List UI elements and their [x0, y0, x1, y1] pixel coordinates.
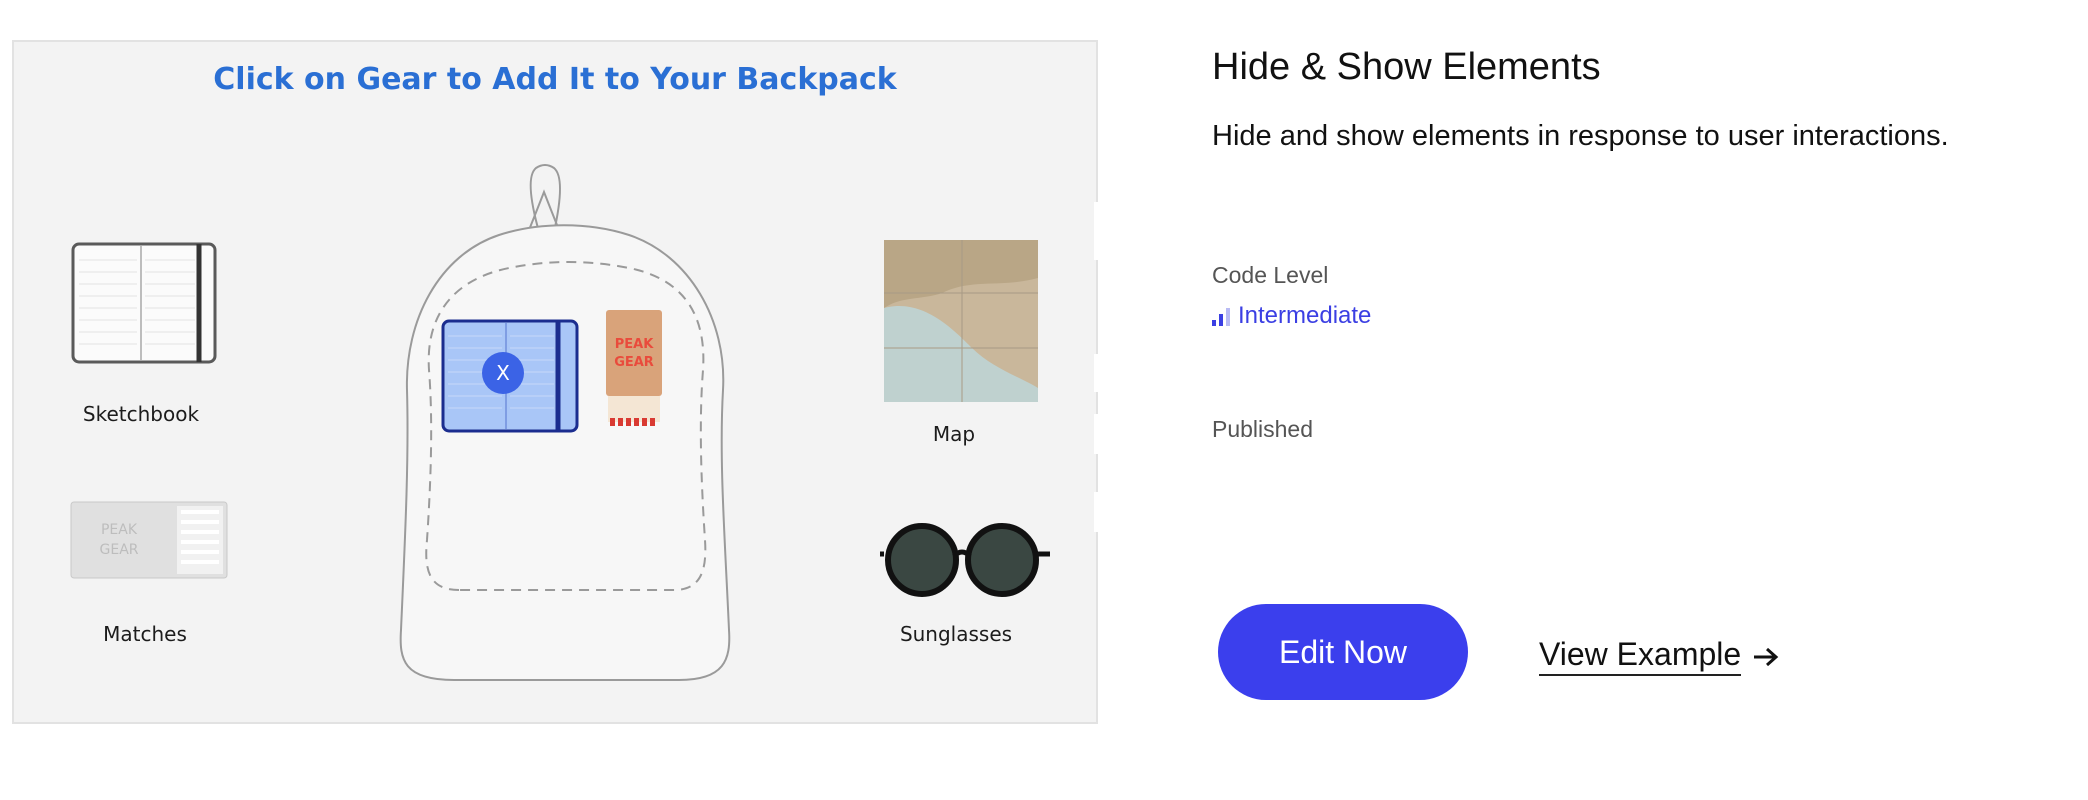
sketchbook-label: Sketchbook: [82, 402, 200, 426]
sketchbook-icon: [71, 242, 217, 364]
edit-now-button[interactable]: Edit Now: [1218, 604, 1468, 700]
svg-text:GEAR: GEAR: [614, 355, 654, 370]
view-example-label: View Example: [1539, 638, 1742, 676]
remove-item-label: X: [496, 361, 510, 385]
sunglasses-label: Sunglasses: [899, 622, 1013, 646]
svg-text:PEAK: PEAK: [615, 337, 654, 352]
arrow-right-icon: [1754, 647, 1779, 667]
matches-label: Matches: [103, 622, 187, 646]
matches-icon: PEAK GEAR: [70, 501, 228, 579]
view-example-link[interactable]: View Example: [1539, 638, 1781, 676]
gear-matches[interactable]: PEAK GEAR: [69, 500, 229, 589]
gear-map[interactable]: [882, 238, 1042, 409]
svg-text:PEAK: PEAK: [101, 522, 138, 538]
matchbox-icon: PEAK GEAR: [606, 310, 662, 426]
page-title: Hide & Show Elements: [1212, 46, 1601, 88]
sunglasses-icon: [880, 523, 1050, 597]
edge-divider: [1094, 414, 1102, 454]
map-label: Map: [932, 422, 976, 446]
page-description: Hide and show elements in response to us…: [1212, 120, 1949, 152]
svg-text:GEAR: GEAR: [100, 542, 139, 558]
remove-item-button[interactable]: X: [482, 352, 524, 394]
gear-sketchbook[interactable]: [69, 240, 219, 375]
code-level-label: Code Level: [1212, 262, 1329, 288]
edge-divider: [1094, 202, 1102, 260]
preview-heading: Click on Gear to Add It to Your Backpack: [213, 62, 897, 97]
gear-sunglasses[interactable]: [880, 520, 1060, 605]
backpack-slot-matches[interactable]: PEAK GEAR: [604, 308, 664, 437]
code-level: Intermediate: [1212, 302, 1371, 330]
map-icon: [884, 240, 1038, 402]
edge-divider: [1094, 354, 1102, 392]
demo-preview: Click on Gear to Add It to Your Backpack: [12, 40, 1102, 724]
level-bars-icon: [1212, 308, 1230, 326]
edge-divider: [1094, 492, 1102, 532]
status-label: Published: [1212, 416, 1314, 442]
code-level-value: Intermediate: [1238, 302, 1372, 329]
